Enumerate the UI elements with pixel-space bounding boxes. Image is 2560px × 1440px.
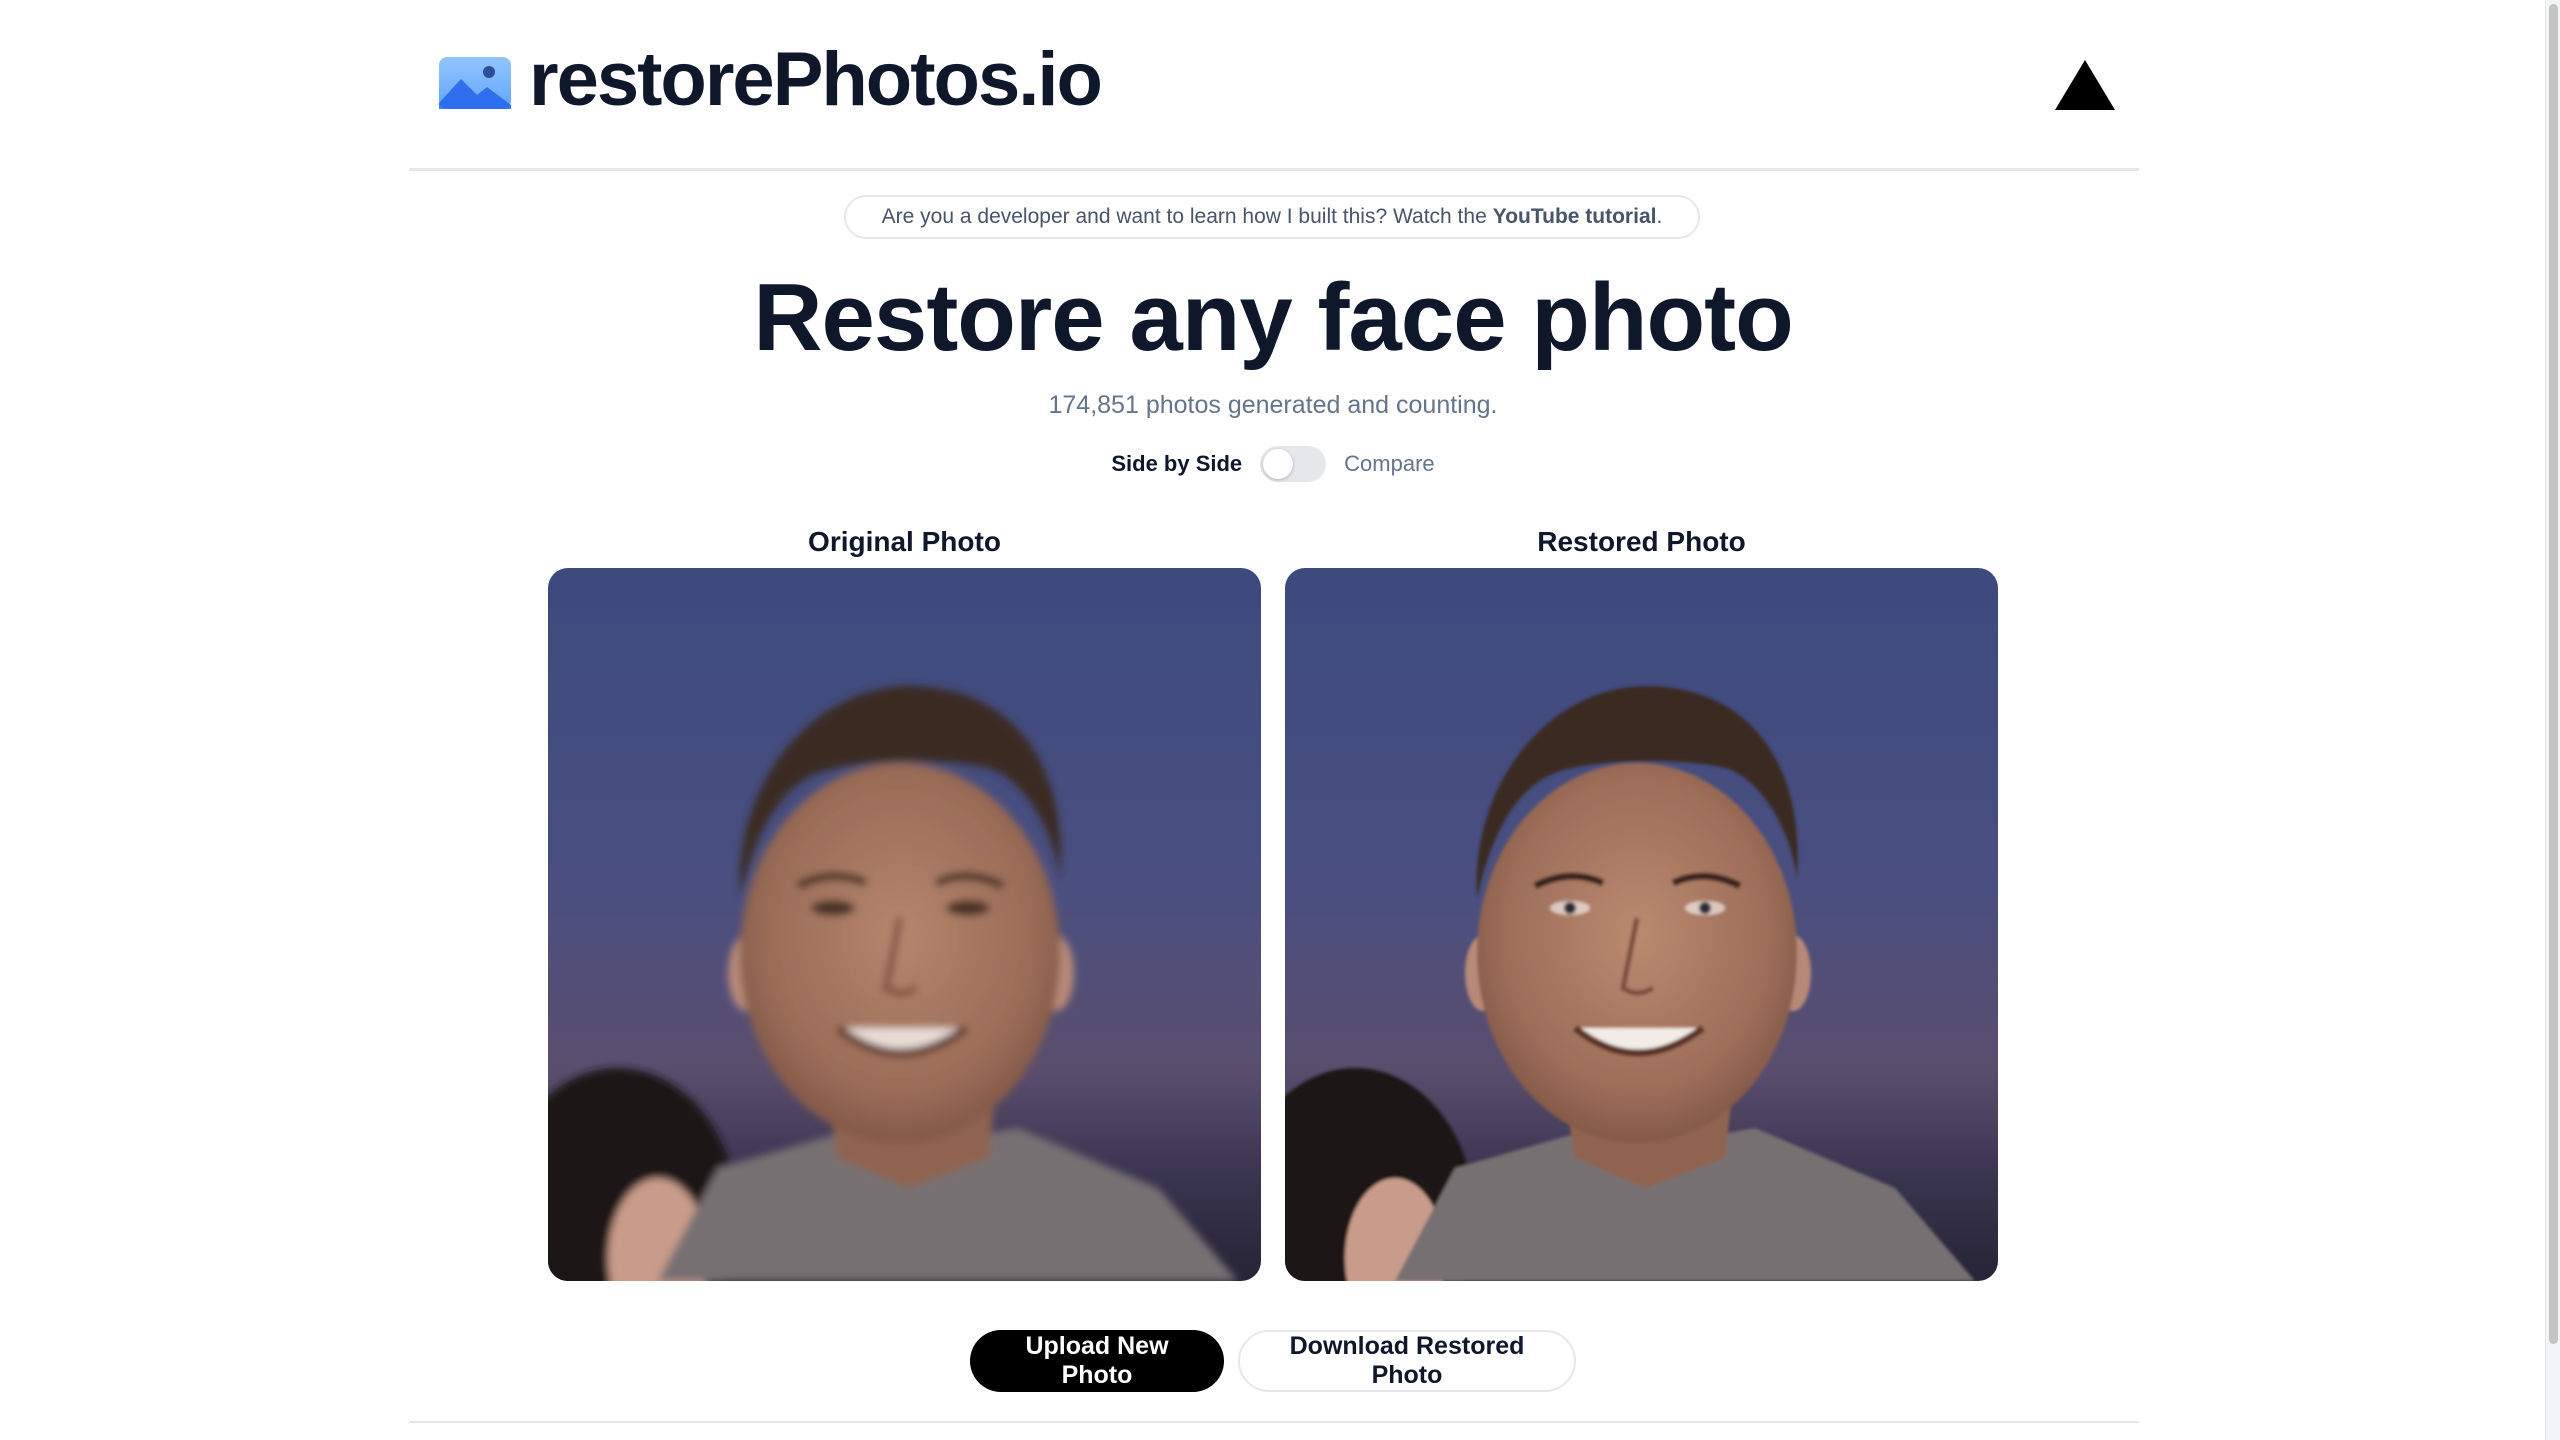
original-photo [548,568,1261,1281]
upload-new-photo-button[interactable]: Upload New Photo [970,1330,1224,1392]
restored-photo [1285,568,1998,1281]
view-toggle-row: Side by Side Compare [0,446,2546,482]
original-photo-panel: Original Photo [548,520,1261,1281]
brand-name: restorePhotos.io [529,37,1103,122]
scrollbar-thumb[interactable] [2549,4,2558,1344]
view-mode-switch[interactable] [1260,446,1327,482]
page: restorePhotos.io Are you a developer and… [0,0,2560,1440]
switch-knob [1263,449,1294,479]
page-title: Restore any face photo [753,264,1794,371]
restored-photo-label: Restored Photo [1537,526,1746,557]
original-photo-label: Original Photo [808,526,1001,557]
vercel-triangle-icon [2055,60,2115,110]
developer-banner: Are you a developer and want to learn ho… [844,195,1700,239]
side-by-side-label[interactable]: Side by Side [1111,451,1242,477]
page-scrollbar[interactable] [2545,0,2560,1440]
vercel-link[interactable] [2053,58,2117,112]
brand-link[interactable]: restorePhotos.io [439,36,1103,124]
photo-counter: 174,851 photos generated and counting. [1048,391,1498,419]
banner-suffix: . [1656,205,1663,228]
photo-icon [439,57,511,109]
download-restored-photo-button[interactable]: Download Restored Photo [1238,1330,1576,1392]
banner-text: Are you a developer and want to learn ho… [881,205,1487,228]
footer-divider [409,1421,2139,1423]
compare-label[interactable]: Compare [1344,451,1434,477]
youtube-tutorial-link[interactable]: YouTube tutorial [1493,205,1657,229]
action-buttons: Upload New Photo Download Restored Photo [0,1330,2546,1392]
restored-photo-panel: Restored Photo [1285,520,1998,1281]
site-header: restorePhotos.io [409,0,2139,171]
